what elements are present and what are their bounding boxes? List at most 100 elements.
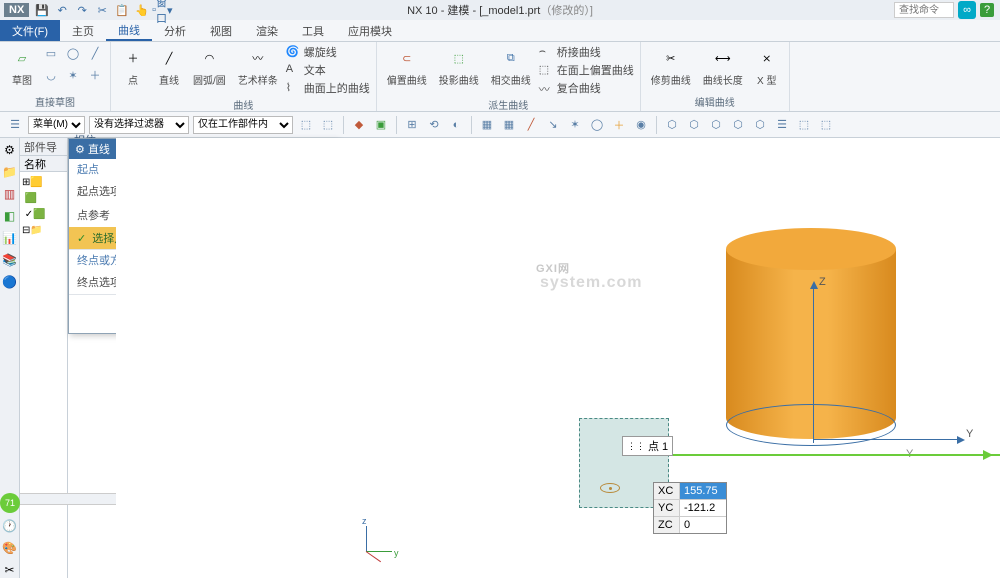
nav-icon[interactable]: 📚 (2, 252, 18, 268)
cut-icon[interactable]: ✂ (95, 3, 109, 17)
sketch-button[interactable]: ▱ 草图 (6, 44, 38, 89)
menu-curve[interactable]: 曲线 (106, 20, 152, 41)
menu-file[interactable]: 文件(F) (0, 20, 60, 41)
nav-icon[interactable]: 🔵 (2, 274, 18, 290)
navigator-tree[interactable]: ⊞🟨 🟩 ✓🟩 ⊟📁 (20, 172, 67, 240)
tool-icon[interactable]: ⬡ (707, 116, 725, 134)
spline-button[interactable]: 〰艺术样条 (234, 44, 282, 89)
history-icon[interactable]: 🕐 (2, 518, 18, 534)
copy-icon[interactable]: 📋 (115, 3, 129, 17)
tool-icon[interactable]: ⬡ (663, 116, 681, 134)
project-curve-button[interactable]: ⬚投影曲线 (435, 44, 483, 89)
xc-row[interactable]: XC155.75 (654, 483, 726, 500)
nav-icon[interactable]: 📊 (2, 230, 18, 246)
offset-face-button[interactable]: ⬚在面上偏置曲线 (539, 62, 634, 78)
search-input[interactable] (894, 2, 954, 18)
project-curve-icon: ⬚ (447, 46, 471, 70)
tool-icon[interactable]: ⬚ (319, 116, 337, 134)
x-form-button[interactable]: ⨯X 型 (751, 44, 783, 89)
tool-icon[interactable]: ✂ (2, 562, 18, 578)
nav-icon[interactable]: ▥ (2, 186, 18, 202)
menu-application[interactable]: 应用模块 (336, 20, 404, 41)
add-icon[interactable]: ＋ (86, 66, 104, 84)
tool-icon[interactable]: ╱ (522, 116, 540, 134)
tool-icon[interactable]: ↘ (544, 116, 562, 134)
tool-icon[interactable]: ▣ (372, 116, 390, 134)
text-button[interactable]: A文本 (286, 62, 370, 78)
tool-icon[interactable]: ✶ (566, 116, 584, 134)
point-label[interactable]: ⋮⋮点 1 (622, 436, 673, 456)
color-icon[interactable]: 🎨 (2, 540, 18, 556)
tool-icon[interactable]: ◐ (447, 116, 465, 134)
menu-bar: 文件(F) 主页 曲线 分析 视图 渲染 工具 应用模块 (0, 20, 1000, 42)
navigator-column[interactable]: 名称 (20, 156, 67, 172)
group-label: 直接草图 (6, 93, 104, 109)
zc-row[interactable]: ZC0 (654, 517, 726, 533)
menu-render[interactable]: 渲染 (244, 20, 290, 41)
tool-icon[interactable]: ◆ (350, 116, 368, 134)
help-icon[interactable]: ? (980, 3, 994, 17)
tool-icon[interactable]: ☰ (773, 116, 791, 134)
spiral-button[interactable]: 🌀螺旋线 (286, 44, 370, 60)
undo-icon[interactable]: ↶ (55, 3, 69, 17)
menu-tools[interactable]: 工具 (290, 20, 336, 41)
tree-row[interactable]: ⊞🟨 (22, 174, 65, 190)
tool-icon[interactable]: ＋ (610, 116, 628, 134)
point-sketch-icon[interactable]: ✶ (64, 66, 82, 84)
tool-icon[interactable]: ⊞ (403, 116, 421, 134)
3d-viewport[interactable]: GXI网 system.com Z Y Y ⋮⋮点 1 XC155.75 YC-… (116, 138, 1000, 578)
command-search: ∞ ? (894, 1, 994, 19)
menu-analysis[interactable]: 分析 (152, 20, 198, 41)
tool-icon[interactable]: ⬡ (751, 116, 769, 134)
save-icon[interactable]: 💾 (35, 3, 49, 17)
group-label: 派生曲线 (383, 96, 634, 112)
point-button[interactable]: ＋点 (117, 44, 149, 89)
menu-home[interactable]: 主页 (60, 20, 106, 41)
nav-icon[interactable]: 📁 (2, 164, 18, 180)
y-axis (813, 439, 963, 440)
bridge-curve-button[interactable]: ⌢桥接曲线 (539, 44, 634, 60)
touch-icon[interactable]: 👆 (135, 3, 149, 17)
tool-icon[interactable]: ◉ (632, 116, 650, 134)
length-icon: ⟷ (711, 46, 735, 70)
intersect-curve-button[interactable]: ⧉相交曲线 (487, 44, 535, 89)
navigator-header: 部件导 (20, 138, 67, 156)
offset-curve-button[interactable]: ⊂偏置曲线 (383, 44, 431, 89)
ribbon-group-edit: ✂修剪曲线 ⟷曲线长度 ⨯X 型 编辑曲线 (641, 42, 790, 111)
arc-icon[interactable]: ◡ (42, 66, 60, 84)
nav-icon[interactable]: ◧ (2, 208, 18, 224)
tool-icon[interactable]: ⬚ (297, 116, 315, 134)
menu-view[interactable]: 视图 (198, 20, 244, 41)
view-triad[interactable]: z y (358, 520, 398, 560)
tool-icon[interactable]: ⬡ (729, 116, 747, 134)
tool-icon[interactable]: ▦ (478, 116, 496, 134)
gear-icon[interactable]: ⚙ (2, 142, 18, 158)
tool-icon[interactable]: ⬚ (817, 116, 835, 134)
window-menu[interactable]: ▫ 窗口▾ (155, 3, 169, 17)
tree-row[interactable]: ✓🟩 (22, 206, 65, 222)
line-button[interactable]: ╱直线 (153, 44, 185, 89)
yc-row[interactable]: YC-121.2 (654, 500, 726, 517)
cylinder-model[interactable] (726, 228, 896, 438)
point-icon: ＋ (121, 46, 145, 70)
filter-dropdown[interactable]: 没有选择过滤器 (89, 116, 189, 134)
redo-icon[interactable]: ↷ (75, 3, 89, 17)
circle-icon[interactable]: ◯ (64, 44, 82, 62)
arc-circle-button[interactable]: ◠圆弧/圆 (189, 44, 230, 89)
tree-row[interactable]: 🟩 (22, 190, 65, 206)
surface-curve-button[interactable]: ⌇曲面上的曲线 (286, 80, 370, 96)
curve-length-button[interactable]: ⟷曲线长度 (699, 44, 747, 89)
rectangle-icon[interactable]: ▭ (42, 44, 60, 62)
menu-dropdown-icon[interactable]: ☰ (6, 116, 24, 134)
scope-dropdown[interactable]: 仅在工作部件内 (193, 116, 293, 134)
trim-curve-button[interactable]: ✂修剪曲线 (647, 44, 695, 89)
tool-icon[interactable]: ◯ (588, 116, 606, 134)
composite-curve-button[interactable]: 〰复合曲线 (539, 80, 634, 96)
line-icon[interactable]: ╱ (86, 44, 104, 62)
tool-icon[interactable]: ▦ (500, 116, 518, 134)
tool-icon[interactable]: ⟲ (425, 116, 443, 134)
tree-row[interactable]: ⊟📁 (22, 222, 65, 238)
tool-icon[interactable]: ⬚ (795, 116, 813, 134)
tool-icon[interactable]: ⬡ (685, 116, 703, 134)
search-go-icon[interactable]: ∞ (958, 1, 976, 19)
